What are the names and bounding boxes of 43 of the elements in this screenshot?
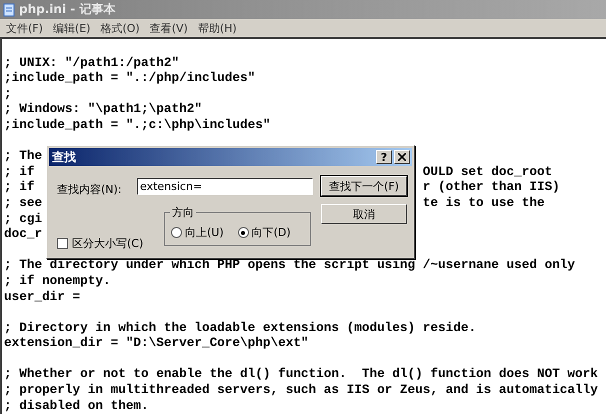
radio-button[interactable] — [238, 227, 249, 238]
text-line: te is to use the — [422, 194, 545, 211]
text-line: ; UNIX: "/path1:/path2" — [4, 54, 180, 70]
text-line: doc_r — [4, 226, 42, 242]
help-button[interactable]: ? — [376, 150, 392, 164]
group-title: 方向 — [170, 205, 196, 220]
radio-button[interactable] — [171, 227, 182, 238]
menu-item[interactable]: 编辑(E) — [52, 20, 90, 36]
menu-item[interactable]: 帮助(H) — [198, 20, 237, 36]
text-line: ; Whether or not to enable the dl() function. The dl() function does NOT work — [4, 366, 598, 382]
text-line: extension_dir = "D:\Server_Core\php\ext" — [4, 335, 309, 351]
text-line: ; properly in multithreaded servers, such as IIS or Zeus, and is automatically — [4, 382, 598, 398]
text-line: ; if nonempty. — [4, 272, 111, 288]
text-line: r (other than IIS) — [422, 179, 560, 195]
text-line: ; Windows: "\path1;\path2" — [4, 101, 202, 117]
menu-item[interactable]: 格式(O) — [100, 20, 140, 36]
text-line: ; disabled on them. — [4, 398, 149, 414]
find-input[interactable]: extensicn= — [137, 178, 313, 195]
text-line: OULD set doc_root — [422, 164, 552, 180]
text-line: ; see — [4, 194, 42, 211]
text-line: ; if — [4, 164, 34, 180]
find-label: 查找内容(N): — [57, 182, 122, 197]
text-line: ; The — [4, 148, 42, 164]
text-line: ;include_path = ".:/php/includes" — [4, 70, 256, 86]
text-line: ; — [4, 86, 12, 102]
text-line: ; cgi — [4, 210, 42, 226]
close-button[interactable] — [394, 150, 410, 164]
radio-label: 向下(D) — [252, 225, 291, 240]
menu-item[interactable]: 文件(F) — [6, 20, 43, 36]
dialog-button[interactable]: 取消 — [321, 204, 407, 224]
checkbox-label: 区分大小写(C) — [72, 236, 144, 251]
notepad-icon — [3, 2, 15, 16]
checkbox[interactable] — [57, 238, 68, 249]
menu-item[interactable]: 查看(V) — [150, 20, 188, 36]
text-line: ; if — [4, 179, 34, 195]
text-line: ;include_path = ".;c:\php\includes" — [4, 116, 270, 133]
dialog-title: 查找 — [52, 148, 77, 166]
dialog-button[interactable]: 查找下一个(F) — [321, 176, 407, 196]
radio-label: 向上(U) — [185, 225, 224, 240]
window-title: php.ini - 记事本 — [19, 1, 116, 18]
text-line: ; Directory in which the loadable extensions (modules) reside. — [4, 320, 476, 336]
close-icon — [398, 153, 406, 161]
text-line: user_dir = — [4, 288, 80, 304]
